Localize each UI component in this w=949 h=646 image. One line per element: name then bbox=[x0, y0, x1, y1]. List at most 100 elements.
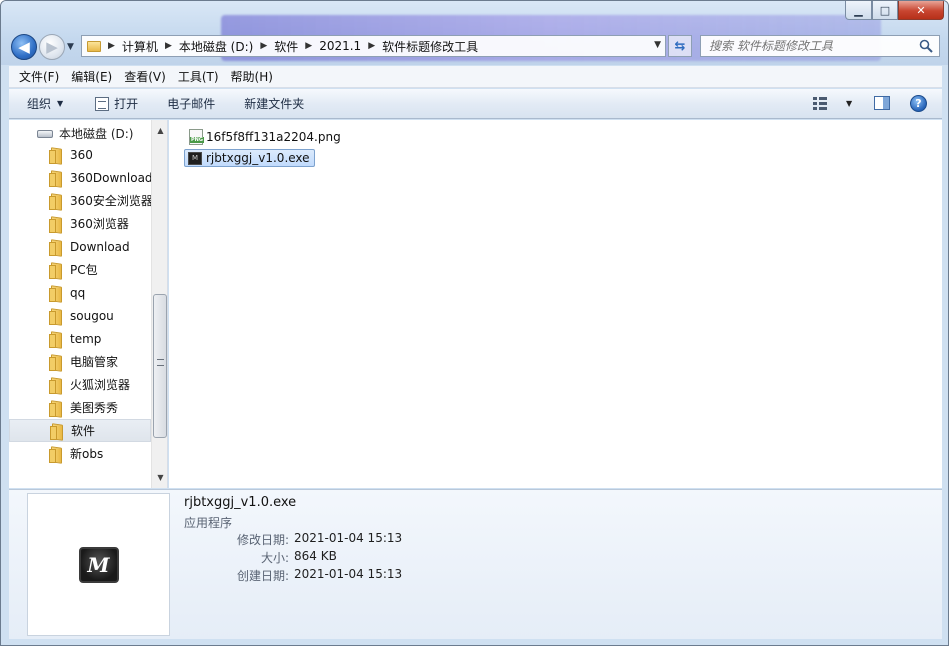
exe-file-icon: M bbox=[188, 151, 202, 165]
breadcrumb-arrow-icon[interactable]: ▶ bbox=[368, 41, 375, 51]
menu-view[interactable]: 查看(V) bbox=[118, 68, 172, 85]
menu-edit[interactable]: 编辑(E) bbox=[65, 68, 118, 85]
tree-item-download[interactable]: Download bbox=[9, 235, 151, 258]
tree-item-meitu[interactable]: 美图秀秀 bbox=[9, 396, 151, 419]
tree-item-pc-manager[interactable]: 电脑管家 bbox=[9, 350, 151, 373]
help-icon[interactable]: ? bbox=[910, 95, 927, 112]
search-input[interactable] bbox=[709, 39, 919, 53]
breadcrumb-2021-1[interactable]: 2021.1 bbox=[319, 39, 361, 53]
breadcrumb-current-folder[interactable]: 软件标题修改工具 bbox=[382, 38, 478, 55]
details-label: 大小: bbox=[260, 551, 289, 565]
refresh-icon[interactable]: ⇆ bbox=[668, 35, 692, 57]
breadcrumb-computer[interactable]: 计算机 bbox=[122, 38, 158, 55]
folder-icon bbox=[49, 447, 65, 463]
folder-icon bbox=[87, 40, 101, 52]
open-label: 打开 bbox=[114, 97, 139, 111]
scroll-up-arrow-icon[interactable]: ▲ bbox=[152, 122, 167, 139]
minimize-button[interactable]: ▁ bbox=[845, 1, 872, 20]
tree-item-software[interactable]: 软件 bbox=[9, 419, 151, 442]
views-icon[interactable] bbox=[813, 97, 827, 110]
tree-item-label: sougou bbox=[70, 308, 114, 323]
address-history-chevron-down-icon[interactable]: ▼ bbox=[654, 40, 661, 50]
explorer-window: ▁ □ ✕ ◀ ▶ ▼ ▶ 计算机 ▶ 本地磁盘 (D:) ▶ 软件 ▶ 202… bbox=[0, 0, 949, 646]
email-button[interactable]: 电子邮件 bbox=[167, 95, 215, 112]
details-pane: M rjbtxggj_v1.0.exe 应用程序 修改日期: 2021-01-0… bbox=[9, 489, 942, 639]
png-file-icon bbox=[189, 129, 204, 145]
tree-item-360download[interactable]: 360Download bbox=[9, 166, 153, 189]
back-button[interactable]: ◀ bbox=[11, 34, 37, 60]
folder-icon bbox=[49, 240, 65, 256]
tree-item-pc-package[interactable]: PC包 bbox=[9, 258, 151, 281]
folder-icon bbox=[49, 217, 65, 233]
tree-item-label: Download bbox=[70, 239, 130, 254]
address-bar[interactable]: ▶ 计算机 ▶ 本地磁盘 (D:) ▶ 软件 ▶ 2021.1 ▶ 软件标题修改… bbox=[81, 35, 666, 57]
breadcrumb-arrow-icon[interactable]: ▶ bbox=[108, 41, 115, 51]
folder-icon bbox=[49, 194, 65, 210]
preview-pane-icon[interactable] bbox=[874, 96, 890, 110]
breadcrumb-arrow-icon[interactable]: ▶ bbox=[165, 41, 172, 51]
recent-pages-chevron-down-icon[interactable]: ▼ bbox=[67, 42, 74, 52]
details-label: 创建日期: bbox=[236, 569, 289, 583]
organize-button[interactable]: 组织 ▼ bbox=[27, 95, 63, 112]
folder-icon bbox=[49, 263, 65, 279]
scroll-down-arrow-icon[interactable]: ▼ bbox=[152, 469, 167, 486]
views-chevron-down-icon[interactable]: ▼ bbox=[846, 99, 852, 108]
new-folder-button[interactable]: 新建文件夹 bbox=[244, 95, 304, 112]
tree-item-sougou[interactable]: sougou bbox=[9, 304, 151, 327]
folder-icon bbox=[49, 332, 65, 348]
file-list-pane[interactable]: 16f5f8ff131a2204.png M rjbtxggj_v1.0.exe bbox=[169, 120, 942, 488]
menu-file[interactable]: 文件(F) bbox=[13, 68, 65, 85]
file-thumbnail: M bbox=[27, 493, 170, 636]
details-value: 864 KB bbox=[294, 549, 337, 563]
menu-help[interactable]: 帮助(H) bbox=[225, 68, 279, 85]
folder-icon bbox=[49, 355, 65, 371]
tree-item-label: 软件 bbox=[71, 424, 96, 438]
details-size-row: 大小: 864 KB bbox=[184, 549, 484, 566]
folder-icon bbox=[49, 378, 65, 394]
details-created-row: 创建日期: 2021-01-04 15:13 bbox=[184, 567, 484, 584]
file-item-exe[interactable]: M rjbtxggj_v1.0.exe bbox=[184, 149, 315, 167]
tree-item-qq[interactable]: qq bbox=[9, 281, 151, 304]
tree-item-label: 360Download bbox=[70, 170, 153, 185]
tree-item-label: 美图秀秀 bbox=[70, 401, 119, 415]
tree-item-label: 360浏览器 bbox=[70, 217, 129, 231]
tree-item-label: 电脑管家 bbox=[70, 355, 119, 369]
scroll-thumb[interactable] bbox=[153, 294, 167, 438]
tree-item-label: 火狐浏览器 bbox=[70, 378, 131, 392]
app-icon: M bbox=[78, 546, 119, 583]
open-button[interactable]: 打开 bbox=[95, 95, 138, 112]
menu-tools[interactable]: 工具(T) bbox=[172, 68, 225, 85]
folder-icon bbox=[49, 286, 65, 302]
folder-icon bbox=[50, 424, 66, 440]
open-icon bbox=[95, 96, 110, 111]
tree-item-360[interactable]: 360 bbox=[9, 143, 151, 166]
tree-item-drive[interactable]: 本地磁盘 (D:) bbox=[37, 125, 133, 142]
file-item-png[interactable]: 16f5f8ff131a2204.png bbox=[186, 128, 345, 146]
tree-item-label: qq bbox=[70, 285, 86, 300]
tree-item-360-browser[interactable]: 360浏览器 bbox=[9, 212, 151, 235]
nav-scrollbar[interactable]: ▲ ▼ bbox=[151, 120, 167, 488]
command-bar: 组织 ▼ 打开 电子邮件 新建文件夹 bbox=[9, 89, 942, 119]
grip-icon bbox=[157, 359, 164, 366]
forward-button[interactable]: ▶ bbox=[39, 34, 65, 60]
navigation-pane: 本地磁盘 (D:) 360 360Download 360安全浏览器 360浏览… bbox=[9, 120, 168, 488]
breadcrumb-software[interactable]: 软件 bbox=[274, 38, 298, 55]
breadcrumb-arrow-icon[interactable]: ▶ bbox=[260, 41, 267, 51]
folder-icon bbox=[49, 148, 65, 164]
maximize-button[interactable]: □ bbox=[872, 1, 898, 20]
close-button[interactable]: ✕ bbox=[898, 1, 944, 20]
tree-item-label: temp bbox=[70, 331, 102, 346]
breadcrumb-drive[interactable]: 本地磁盘 (D:) bbox=[179, 38, 253, 55]
folder-icon bbox=[49, 401, 65, 417]
details-file-name: rjbtxggj_v1.0.exe bbox=[184, 495, 297, 510]
organize-label: 组织 bbox=[27, 97, 52, 111]
chevron-down-icon: ▼ bbox=[57, 99, 64, 108]
tree-item-temp[interactable]: temp bbox=[9, 327, 151, 350]
tree-item-firefox[interactable]: 火狐浏览器 bbox=[9, 373, 151, 396]
folder-tree: 360 360Download 360安全浏览器 360浏览器 Download… bbox=[9, 143, 153, 465]
tree-item-new-obs[interactable]: 新obs bbox=[9, 442, 151, 465]
tree-item-360-secure-browser[interactable]: 360安全浏览器 bbox=[9, 189, 153, 212]
search-icon[interactable] bbox=[919, 39, 933, 53]
search-box[interactable] bbox=[700, 35, 940, 57]
breadcrumb-arrow-icon[interactable]: ▶ bbox=[305, 41, 312, 51]
